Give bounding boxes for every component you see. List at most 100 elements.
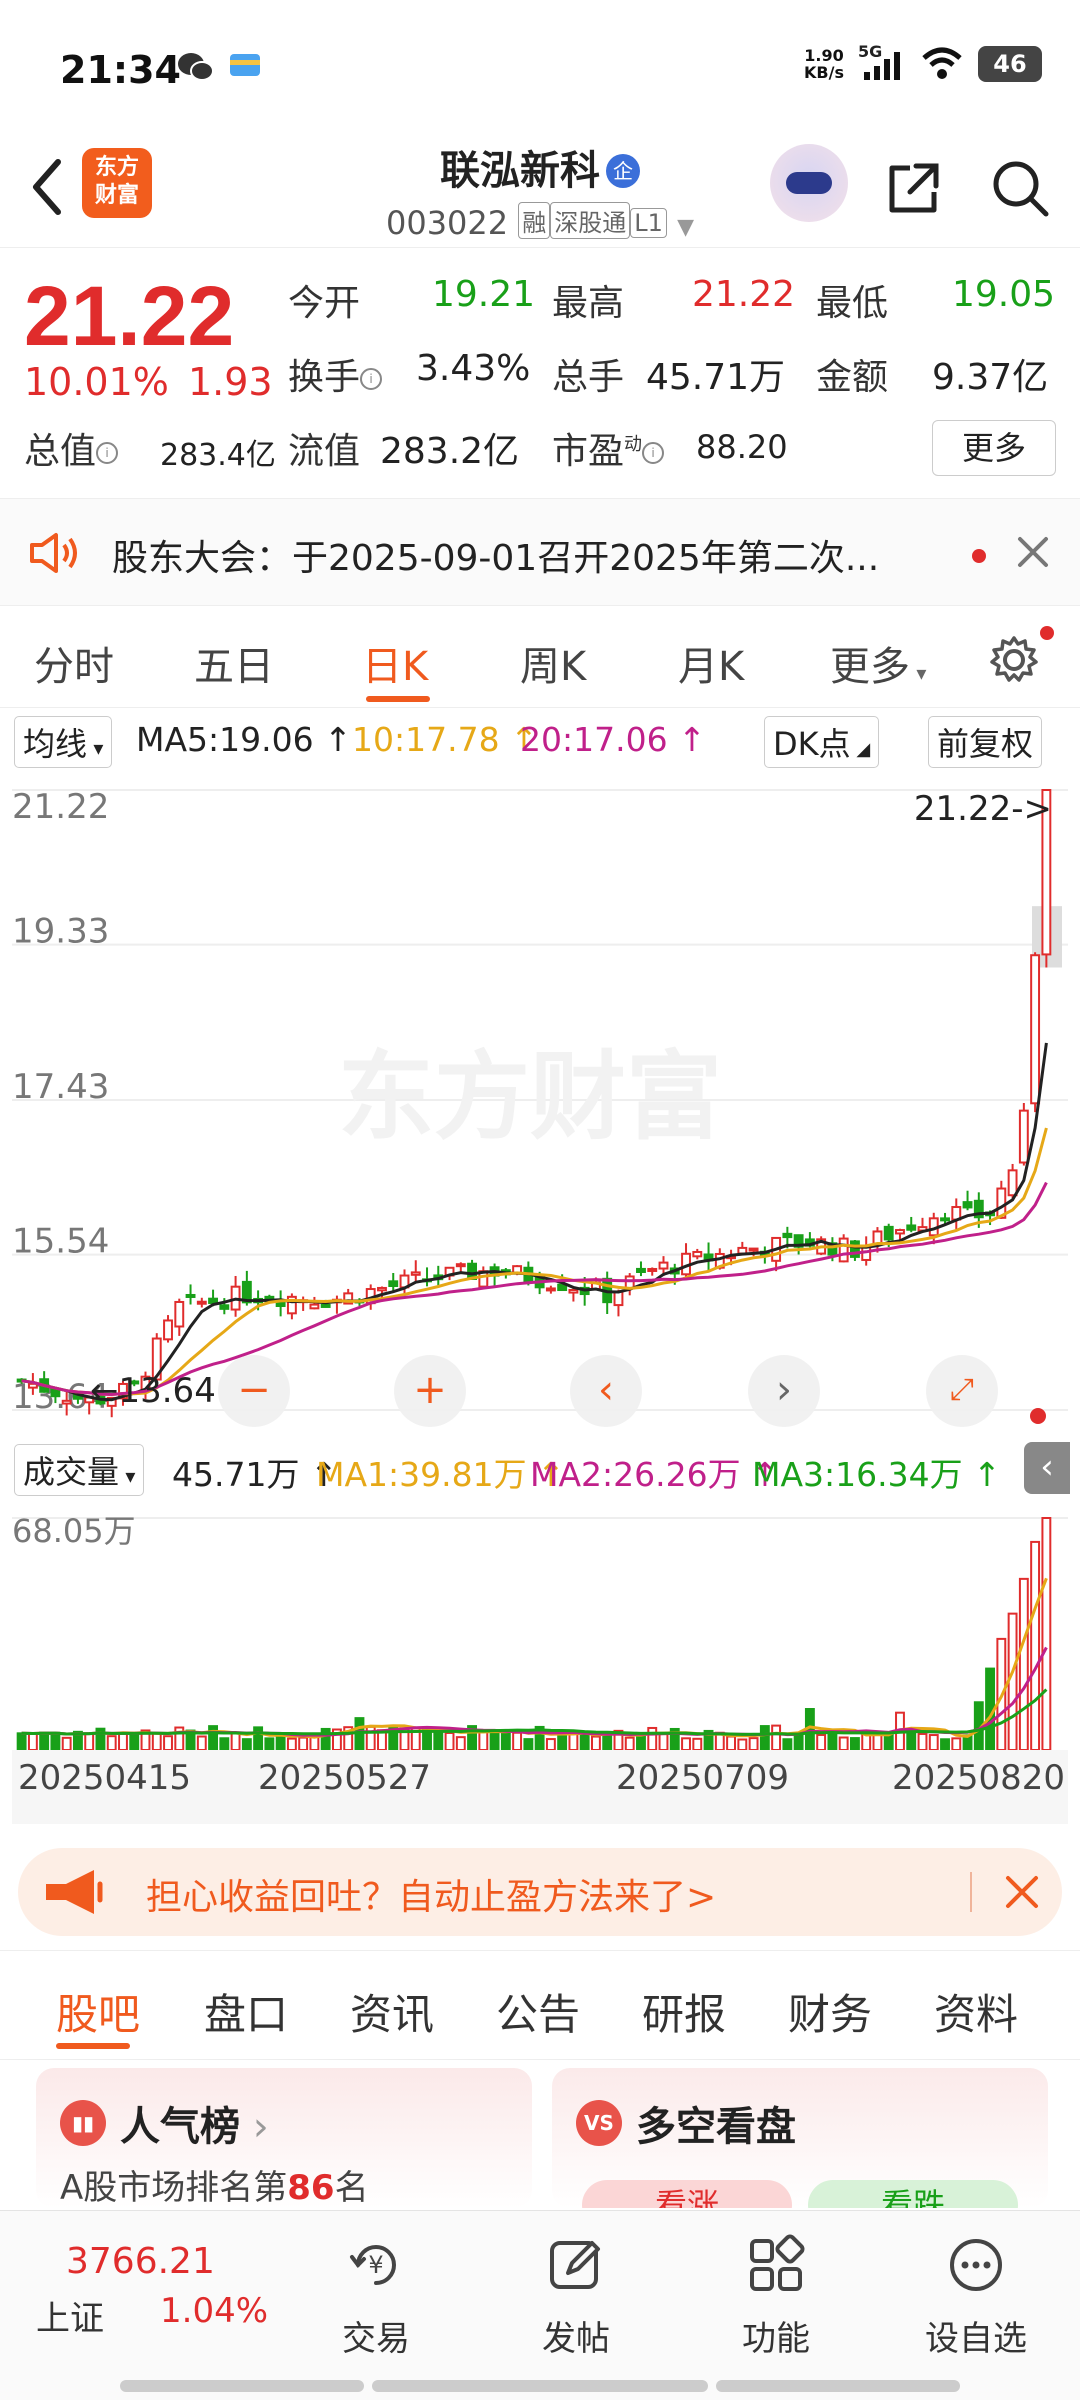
chevron-down-icon[interactable]: ▼	[677, 215, 694, 240]
fullscreen-button[interactable]: ⤢	[926, 1355, 998, 1427]
vs-icon: VS	[576, 2100, 622, 2146]
settings-gear-icon[interactable]	[984, 630, 1044, 690]
ma-select[interactable]: 均线 ▾	[14, 716, 113, 768]
index-value: 3766.21	[66, 2241, 215, 2282]
more-quote-button[interactable]: 更多	[932, 420, 1056, 476]
volume-bar	[951, 1737, 962, 1751]
candle-body	[377, 1286, 387, 1292]
info-icon[interactable]: i	[360, 368, 383, 390]
volume-bar	[816, 1733, 827, 1751]
connect-tag: 深股通	[550, 202, 631, 239]
candle-body	[196, 1300, 207, 1305]
collapse-panel-button[interactable]: ‹	[1024, 1442, 1070, 1494]
volume-chart[interactable]: 68.05万	[12, 1498, 1068, 1758]
tab-announcements[interactable]: 公告	[496, 1981, 580, 2042]
volume-bar	[827, 1731, 838, 1752]
volume-bar	[298, 1736, 309, 1751]
volume-bar	[726, 1735, 737, 1751]
scroll-left-button[interactable]: ‹	[570, 1355, 642, 1427]
status-bar: 21:34 1.90 KB/s 5G 46	[0, 0, 1080, 130]
volume-value: 45.71万	[646, 357, 786, 398]
bull-button[interactable]: 看涨	[582, 2180, 792, 2208]
live-dot	[1030, 1408, 1046, 1424]
nav-add-watchlist[interactable]: 设自选	[906, 2233, 1046, 2360]
last-price: 21.22	[24, 269, 235, 363]
date-label: 20250415	[18, 1758, 192, 1798]
low-value: 19.05	[952, 274, 1056, 315]
quote-panel: 21.22 10.01% 1.93 总值 i 283.4亿 今开 19.21 最高…	[0, 250, 1080, 495]
share-icon[interactable]	[882, 156, 946, 220]
volume-current: 45.71万 ↑	[172, 1455, 338, 1494]
stock-title[interactable]: 联泓新科企 003022 融深股通 L1 ▼	[340, 138, 740, 242]
pe-label: 市盈动 i	[552, 422, 665, 474]
zoom-in-button[interactable]: +	[394, 1355, 466, 1427]
tab-weekly-k[interactable]: 周K	[520, 634, 586, 692]
nav-functions[interactable]: 功能	[706, 2233, 846, 2360]
zoom-out-button[interactable]: −	[218, 1355, 290, 1427]
nav-post[interactable]: 发帖	[506, 2233, 646, 2360]
ai-assistant-icon[interactable]	[770, 144, 848, 222]
tab-forum[interactable]: 股吧	[56, 1981, 140, 2042]
candlestick-chart[interactable]: 21.2219.3317.4315.5413.64东方财富21.22->←13.…	[12, 770, 1068, 1430]
volume-bar	[444, 1731, 455, 1751]
adjust-select[interactable]: 前复权	[928, 716, 1043, 768]
volume-bar	[151, 1732, 162, 1751]
bear-button[interactable]: 看跌	[808, 2180, 1018, 2208]
tab-more[interactable]: 更多 ▾	[830, 634, 926, 692]
tab-research[interactable]: 研报	[642, 1981, 726, 2042]
promo-banner[interactable]: 担心收益回吐？自动止盈方法来了>	[18, 1848, 1062, 1936]
app-logo[interactable]: 东方 财富	[82, 148, 152, 218]
volume-bar	[196, 1735, 207, 1751]
info-icon[interactable]: i	[96, 442, 119, 464]
tab-financials[interactable]: 财务	[788, 1981, 872, 2042]
volume-select[interactable]: 成交量 ▾	[14, 1444, 145, 1496]
content-tabs: 股吧 盘口 资讯 公告 研报 财务 资料	[0, 1950, 1080, 2060]
popularity-card[interactable]: ▮▮ 人气榜 › A股市场排名第86名	[36, 2068, 532, 2208]
announcement-bar[interactable]: 股东大会：于2025-09-01召开2025年第二次...	[0, 498, 1080, 606]
dk-point-button[interactable]: DK点 ◢	[764, 716, 880, 768]
tab-daily-k[interactable]: 日K	[362, 634, 428, 692]
tab-profile[interactable]: 资料	[934, 1981, 1018, 2042]
close-icon[interactable]	[1016, 535, 1050, 569]
enterprise-badge: 企	[606, 154, 640, 188]
volume-bar	[163, 1735, 173, 1752]
close-icon[interactable]	[1004, 1874, 1040, 1910]
volume-indicator-bar: 成交量 ▾ 45.71万 ↑ MA1:39.81万 ↑ MA2:26.26万 ↑…	[0, 1440, 1080, 1496]
nav-trade[interactable]: ¥ 交易	[306, 2233, 446, 2360]
scroll-right-button[interactable]: ›	[748, 1355, 820, 1427]
tab-orderbook[interactable]: 盘口	[204, 1981, 288, 2042]
tab-five-day[interactable]: 五日	[194, 634, 274, 692]
y-tick-label: 19.33	[12, 912, 109, 952]
tab-monthly-k[interactable]: 月K	[678, 634, 744, 692]
info-icon[interactable]: i	[642, 442, 665, 464]
volume-bar	[320, 1727, 331, 1752]
search-icon[interactable]	[988, 156, 1052, 220]
tab-intraday[interactable]: 分时	[34, 634, 114, 692]
more-dots-icon	[950, 2239, 1002, 2291]
y-tick-label: 21.22	[12, 787, 109, 827]
low-label: 最低	[816, 283, 889, 324]
wechat-icon	[178, 53, 214, 81]
volume-bar	[928, 1734, 939, 1751]
candle-body	[163, 1319, 173, 1341]
volume-bar	[275, 1736, 286, 1752]
tab-news[interactable]: 资讯	[350, 1981, 434, 2042]
volume-bar	[16, 1732, 27, 1752]
popularity-title: 人气榜 ›	[120, 2104, 269, 2150]
volume-bar	[455, 1736, 466, 1752]
volume-bar	[523, 1738, 534, 1751]
watermark: 东方财富	[338, 1041, 722, 1153]
volume-bar	[208, 1725, 219, 1752]
announcement-text: 股东大会：于2025-09-01召开2025年第二次...	[112, 538, 880, 579]
volume-max-label: 68.05万	[12, 1512, 136, 1550]
back-button[interactable]	[22, 152, 72, 222]
volume-bar	[1018, 1577, 1029, 1751]
volume-bar	[422, 1729, 432, 1752]
volume-bar	[849, 1737, 860, 1751]
volume-bar	[602, 1734, 613, 1751]
bull-bear-card[interactable]: VS 多空看盘 看涨 看跌	[552, 2068, 1048, 2208]
promo-text: 担心收益回吐？自动止盈方法来了>	[146, 1877, 717, 1918]
min-price-marker: ←13.64	[90, 1371, 216, 1411]
gesture-bar	[120, 2380, 364, 2392]
turnover-value: 3.43%	[416, 348, 531, 389]
